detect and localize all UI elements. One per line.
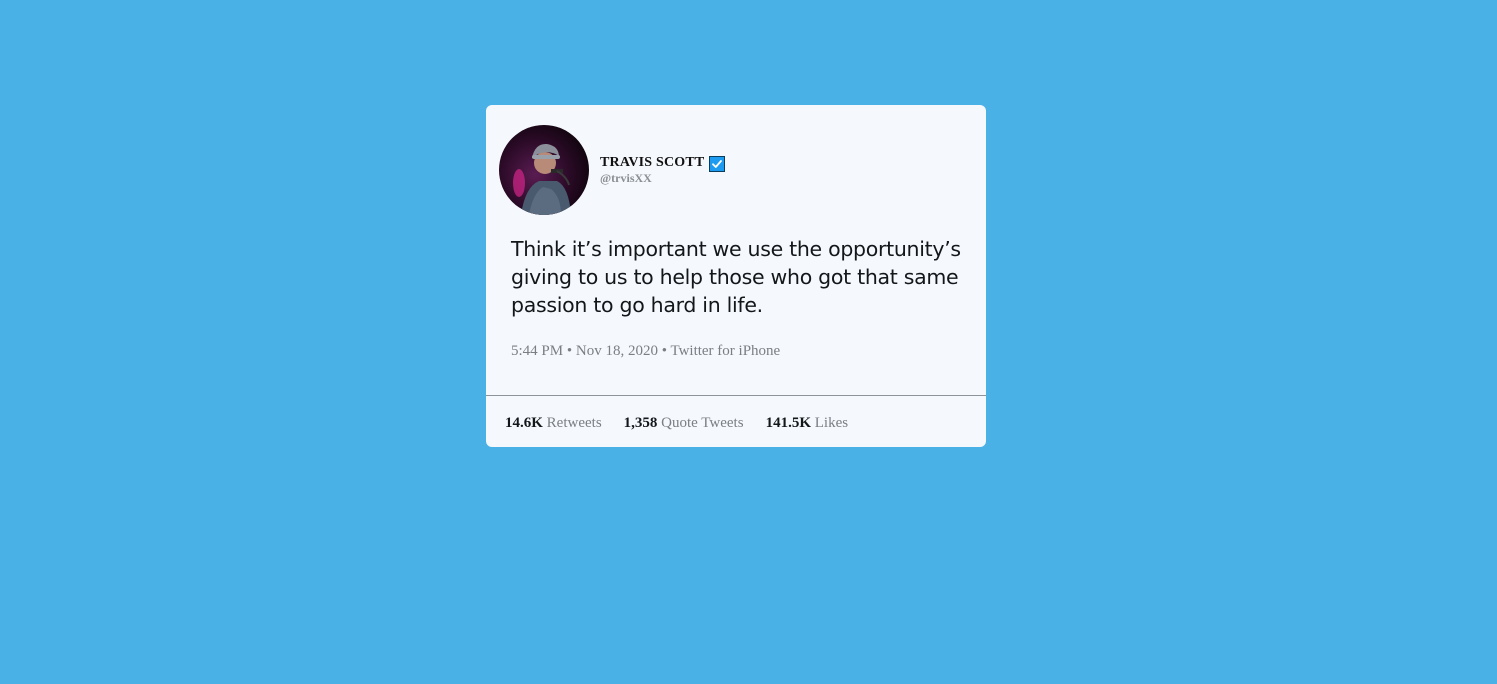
tweet-text: Think it’s important we use the opportun… bbox=[511, 237, 961, 317]
likes-label: Likes bbox=[814, 415, 849, 431]
tweet-time[interactable]: 5:44 PM bbox=[511, 343, 563, 359]
quote-tweets-label: Quote Tweets bbox=[661, 415, 744, 431]
likes-stat[interactable]: 141.5K Likes bbox=[766, 415, 849, 432]
retweets-stat[interactable]: 14.6K Retweets bbox=[505, 415, 602, 432]
divider bbox=[486, 395, 986, 396]
display-name[interactable]: TRAVIS SCOTT bbox=[600, 155, 704, 171]
tweet-card: TRAVIS SCOTT @trvisXX Think it’s importa… bbox=[486, 105, 986, 447]
retweets-label: Retweets bbox=[546, 415, 602, 431]
tweet-meta: 5:44 PM • Nov 18, 2020 • Twitter for iPh… bbox=[511, 343, 780, 360]
avatar[interactable] bbox=[499, 125, 589, 215]
tweet-stats: 14.6K Retweets 1,358 Quote Tweets 141.5K… bbox=[505, 415, 848, 432]
quote-tweets-count: 1,358 bbox=[623, 415, 658, 431]
user-info: TRAVIS SCOTT @trvisXX bbox=[600, 155, 726, 186]
likes-count: 141.5K bbox=[765, 415, 811, 431]
meta-separator: • bbox=[563, 343, 576, 359]
quote-tweets-stat[interactable]: 1,358 Quote Tweets bbox=[624, 415, 744, 432]
verified-badge-icon bbox=[709, 155, 726, 172]
name-row: TRAVIS SCOTT bbox=[600, 155, 726, 172]
retweets-count: 14.6K bbox=[505, 415, 543, 431]
tweet-date[interactable]: Nov 18, 2020 bbox=[576, 343, 658, 359]
meta-separator: • bbox=[657, 343, 671, 359]
tweet-header: TRAVIS SCOTT @trvisXX bbox=[499, 125, 726, 215]
tweet-source[interactable]: Twitter for iPhone bbox=[670, 343, 780, 359]
user-handle[interactable]: @trvisXX bbox=[600, 171, 723, 186]
